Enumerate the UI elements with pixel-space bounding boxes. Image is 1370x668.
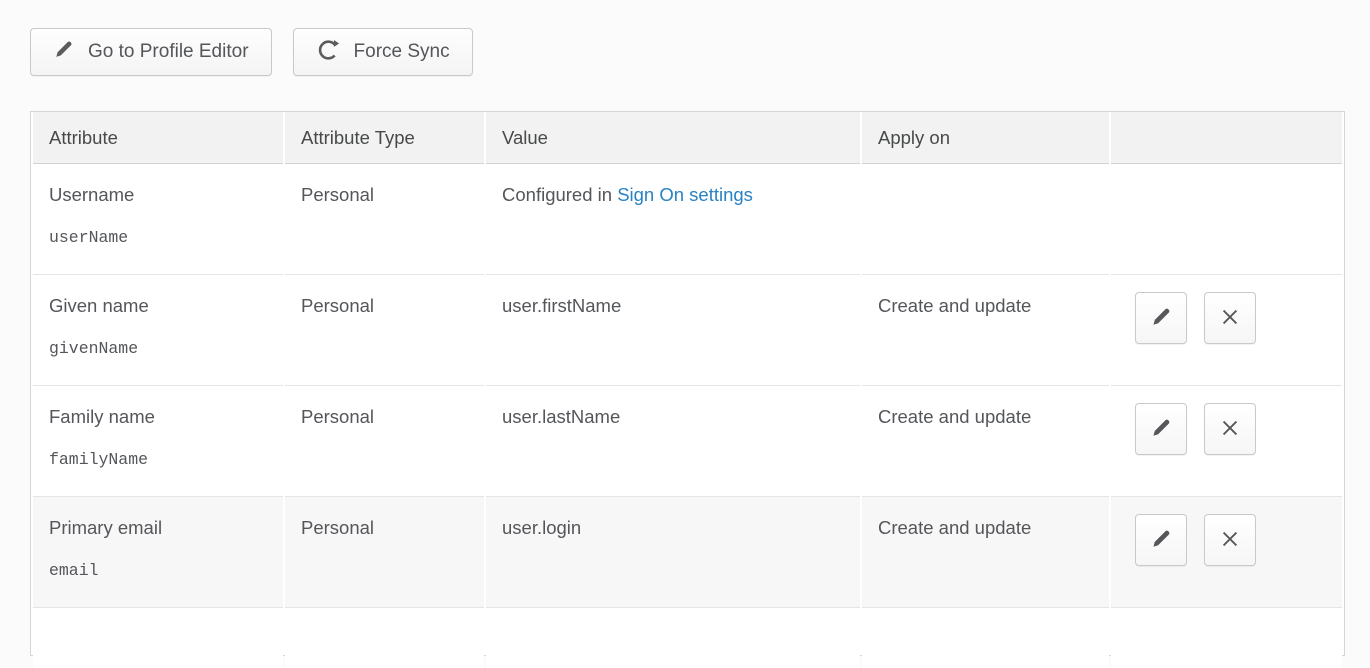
- column-header-actions: [1111, 112, 1342, 164]
- pencil-icon: [1150, 416, 1173, 442]
- apply-on-cell: Create and update: [862, 386, 1109, 497]
- close-icon: [1219, 306, 1241, 331]
- apply-on-cell: Create and update: [862, 497, 1109, 608]
- close-icon: [1219, 528, 1241, 553]
- attribute-variable-name: familyName: [49, 450, 273, 469]
- go-to-profile-editor-label: Go to Profile Editor: [88, 41, 249, 63]
- refresh-icon: [316, 37, 341, 68]
- table-row-primary-email: Primary email email Personal user.login …: [33, 497, 1342, 608]
- attribute-type-cell: Personal: [285, 275, 484, 386]
- value-cell: user.firstName: [486, 275, 860, 386]
- attribute-label: Given name: [49, 295, 149, 316]
- close-icon: [1219, 417, 1241, 442]
- toolbar: Go to Profile Editor Force Sync: [30, 28, 473, 76]
- edit-attribute-button[interactable]: [1135, 514, 1187, 566]
- value-text: Configured in: [502, 184, 617, 205]
- delete-attribute-button[interactable]: [1204, 403, 1256, 455]
- attribute-variable-name: givenName: [49, 339, 273, 358]
- attribute-variable-name: userName: [49, 228, 273, 247]
- delete-attribute-button[interactable]: [1204, 292, 1256, 344]
- table-row-given-name: Given name givenName Personal user.first…: [33, 275, 1342, 386]
- attribute-type-cell: Personal: [285, 386, 484, 497]
- column-header-apply-on: Apply on: [862, 112, 1109, 164]
- edit-attribute-button[interactable]: [1135, 292, 1187, 344]
- pencil-icon: [1150, 305, 1173, 331]
- row-actions: [1127, 292, 1332, 344]
- apply-on-cell: Create and update: [862, 275, 1109, 386]
- pencil-icon: [53, 38, 75, 66]
- attribute-label: Family name: [49, 406, 155, 427]
- column-header-attribute: Attribute: [33, 112, 283, 164]
- table-header-row: Attribute Attribute Type Value Apply on: [33, 112, 1342, 164]
- value-cell: user.login: [486, 497, 860, 608]
- column-header-value: Value: [486, 112, 860, 164]
- row-actions: [1127, 514, 1332, 566]
- delete-attribute-button[interactable]: [1204, 514, 1256, 566]
- force-sync-label: Force Sync: [354, 41, 450, 63]
- force-sync-button[interactable]: Force Sync: [293, 28, 473, 76]
- go-to-profile-editor-button[interactable]: Go to Profile Editor: [30, 28, 272, 76]
- table-row-family-name: Family name familyName Personal user.las…: [33, 386, 1342, 497]
- pencil-icon: [1150, 527, 1173, 553]
- attribute-type-cell: Personal: [285, 164, 484, 275]
- table-row-username: Username userName Personal Configured in…: [33, 164, 1342, 275]
- column-header-attribute-type: Attribute Type: [285, 112, 484, 164]
- apply-on-cell: [862, 164, 1109, 275]
- attribute-variable-name: email: [49, 561, 273, 580]
- attribute-type-cell: Personal: [285, 497, 484, 608]
- sign-on-settings-link[interactable]: Sign On settings: [617, 184, 753, 205]
- attribute-label: Username: [49, 184, 134, 205]
- attribute-mapping-table-container: Attribute Attribute Type Value Apply on …: [30, 111, 1345, 656]
- value-cell: user.lastName: [486, 386, 860, 497]
- table-empty-row: [33, 608, 1342, 668]
- attribute-label: Primary email: [49, 517, 162, 538]
- attribute-mapping-table: Attribute Attribute Type Value Apply on …: [31, 112, 1344, 668]
- row-actions: [1127, 403, 1332, 455]
- edit-attribute-button[interactable]: [1135, 403, 1187, 455]
